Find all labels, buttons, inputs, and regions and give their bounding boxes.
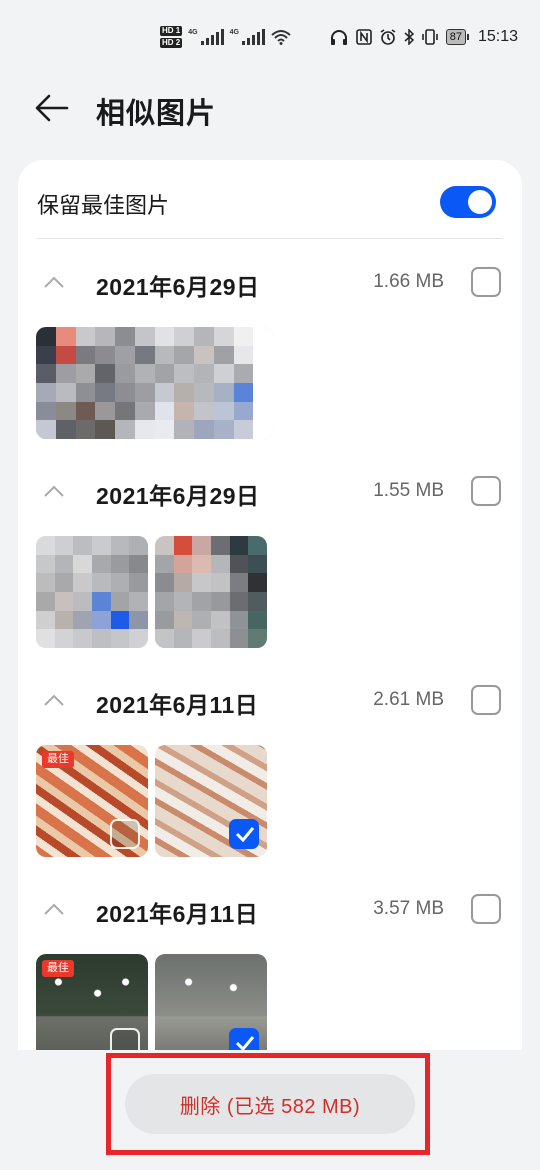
pixelated-photo <box>155 536 267 648</box>
delete-button[interactable]: 删除 (已选 582 MB) <box>125 1074 415 1134</box>
photo-group: 2021年6月11日 3.57 MB 最佳 <box>18 887 522 1050</box>
sim-indicator: HD 1 HD 2 <box>160 26 183 48</box>
photo-checkbox-checked[interactable] <box>229 819 259 849</box>
wifi-icon <box>271 30 291 45</box>
sim1-label: HD 1 <box>160 26 183 36</box>
signal-group: HD 1 HD 2 4G 4G <box>160 26 291 48</box>
vibrate-icon <box>421 29 438 45</box>
photo-thumbnail[interactable] <box>155 536 267 648</box>
photo-group: 2021年6月29日 1.66 MB <box>18 260 522 470</box>
keep-best-label: 保留最佳图片 <box>37 193 170 218</box>
group-checkbox[interactable] <box>471 894 501 924</box>
chevron-up-icon[interactable] <box>42 690 66 710</box>
back-button[interactable] <box>32 88 72 128</box>
group-checkbox[interactable] <box>471 267 501 297</box>
group-date: 2021年6月29日 <box>96 274 260 300</box>
photo-thumbnail[interactable]: 最佳 <box>36 954 148 1050</box>
photo-thumbnail[interactable]: 最佳 <box>36 745 148 857</box>
chevron-up-icon[interactable] <box>42 272 66 292</box>
photo-thumbnail[interactable] <box>36 327 273 439</box>
status-bar: HD 1 HD 2 4G 4G 87 15:13 <box>0 0 540 78</box>
group-size: 2.61 MB <box>373 689 444 710</box>
group-checkbox[interactable] <box>471 476 501 506</box>
best-badge: 最佳 <box>42 960 74 977</box>
group-date: 2021年6月29日 <box>96 483 260 509</box>
arrow-left-icon <box>35 94 69 122</box>
checkmark-icon <box>235 1036 255 1050</box>
group-date: 2021年6月11日 <box>96 692 259 718</box>
cellular-signal-1-icon: 4G <box>188 29 224 45</box>
keep-best-toggle[interactable] <box>440 186 496 218</box>
group-size: 3.57 MB <box>373 898 444 919</box>
status-icons: 87 15:13 <box>330 28 518 46</box>
page-title: 相似图片 <box>96 98 217 130</box>
group-date: 2021年6月11日 <box>96 901 259 927</box>
photo-checkbox-checked[interactable] <box>229 1028 259 1050</box>
chevron-up-icon[interactable] <box>42 899 66 919</box>
clock: 15:13 <box>477 28 518 45</box>
photo-checkbox[interactable] <box>110 1028 140 1050</box>
nfc-icon <box>355 29 372 45</box>
chevron-up-icon[interactable] <box>42 481 66 501</box>
photo-thumbnail[interactable] <box>155 954 267 1050</box>
photo-checkbox[interactable] <box>110 819 140 849</box>
photo-group: 2021年6月11日 2.61 MB 最佳 <box>18 678 522 888</box>
group-size: 1.55 MB <box>373 480 444 501</box>
photo-thumbnail[interactable] <box>36 536 148 648</box>
group-checkbox[interactable] <box>471 685 501 715</box>
photo-thumbnail[interactable] <box>155 745 267 857</box>
pixelated-photo <box>36 536 148 648</box>
keep-best-row: 保留最佳图片 <box>18 160 522 238</box>
cellular-signal-2-icon: 4G <box>230 29 265 45</box>
best-badge: 最佳 <box>42 751 74 768</box>
group-size: 1.66 MB <box>373 271 444 292</box>
toggle-knob <box>468 190 492 214</box>
sim2-label: HD 2 <box>160 38 183 48</box>
similar-photos-card: 保留最佳图片 2021年6月29日 1.66 MB 2021年6月29日 1.5… <box>18 160 522 1050</box>
battery-icon: 87 <box>445 29 470 45</box>
bluetooth-icon <box>404 29 414 45</box>
checkmark-icon <box>235 827 255 842</box>
headphones-icon <box>330 30 347 45</box>
bottom-action-bar: 删除 (已选 582 MB) <box>0 1050 540 1170</box>
alarm-icon <box>380 29 396 45</box>
app-header: 相似图片 <box>0 78 540 138</box>
photo-group: 2021年6月29日 1.55 MB <box>18 469 522 679</box>
divider <box>37 238 503 239</box>
pixelated-photo <box>36 327 273 439</box>
